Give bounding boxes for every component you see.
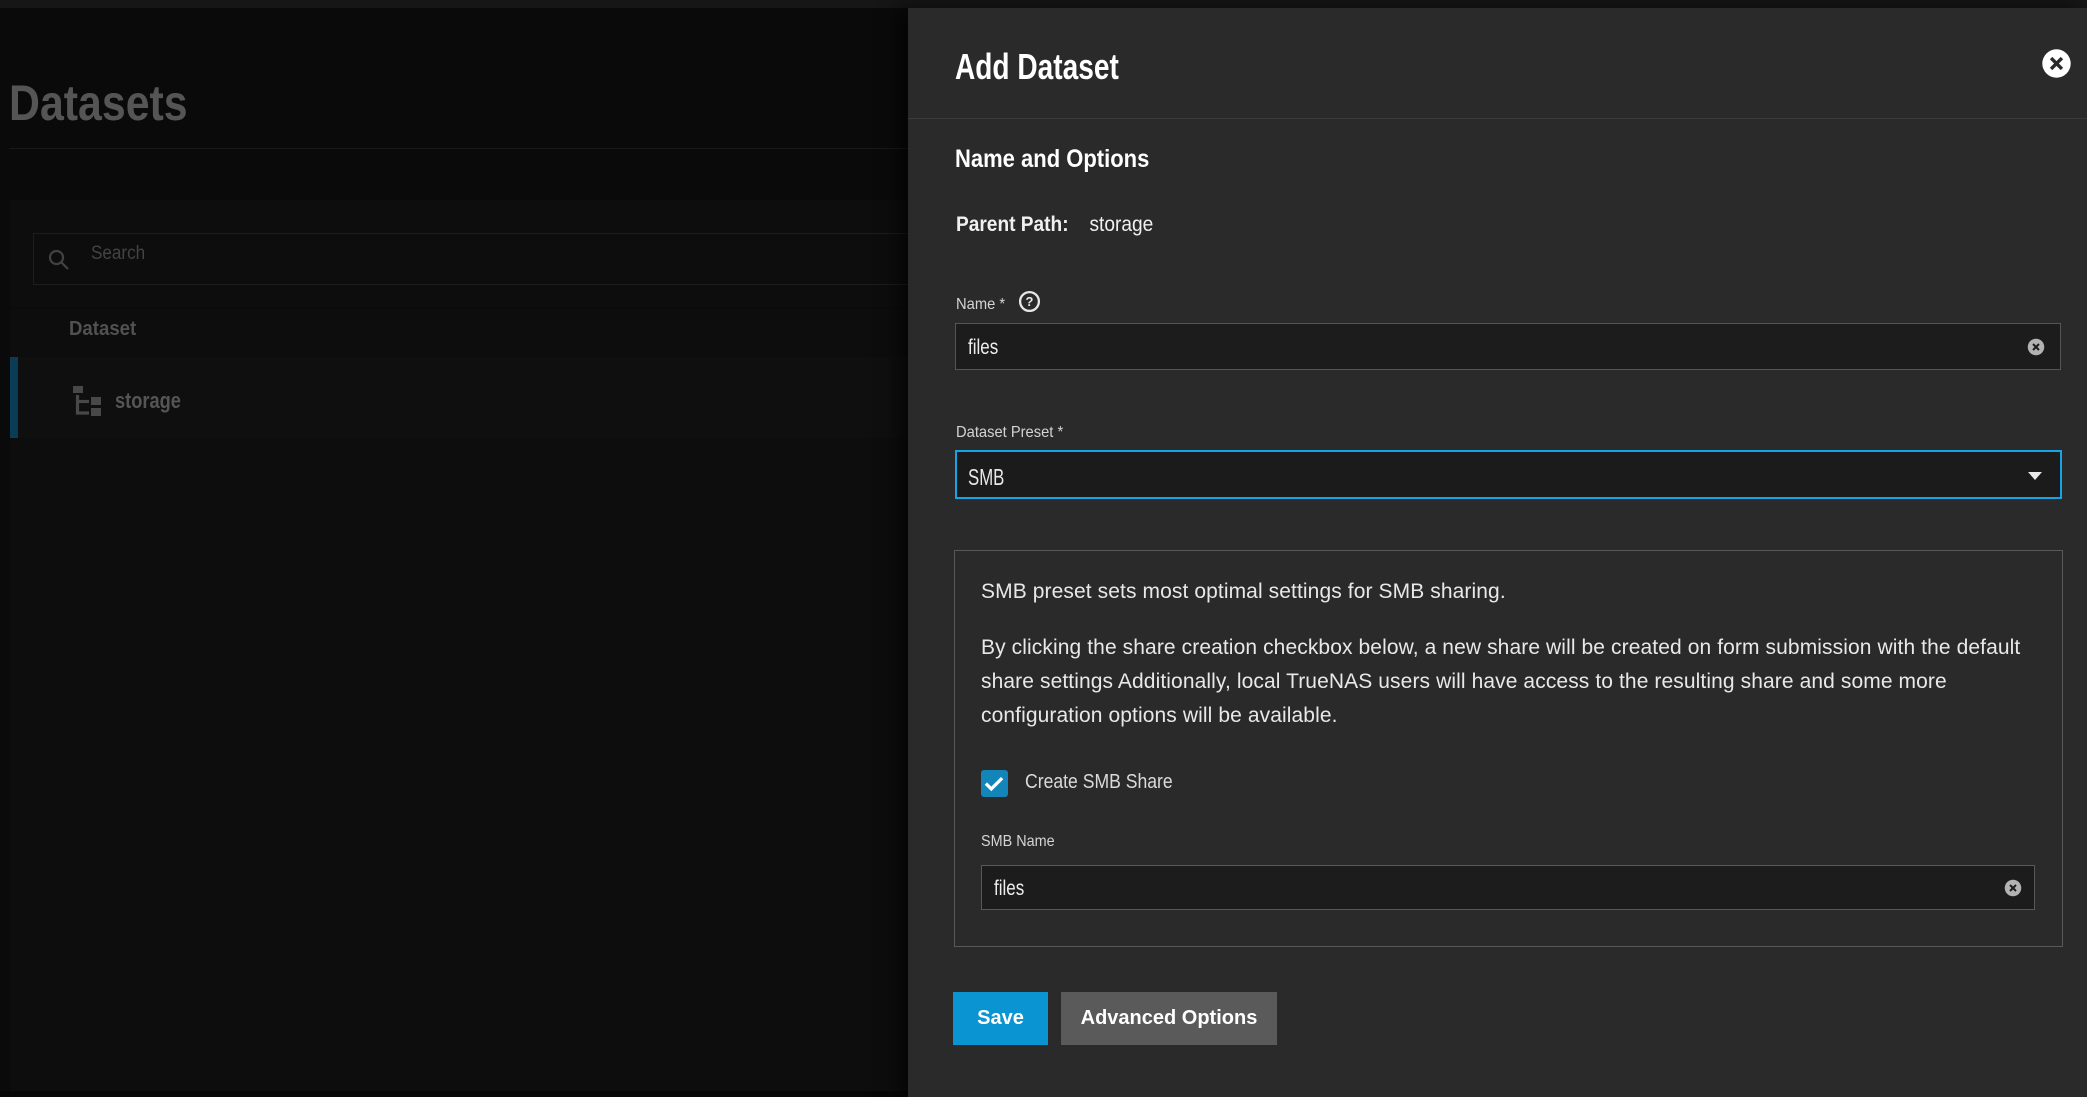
- svg-text:?: ?: [1026, 294, 1034, 309]
